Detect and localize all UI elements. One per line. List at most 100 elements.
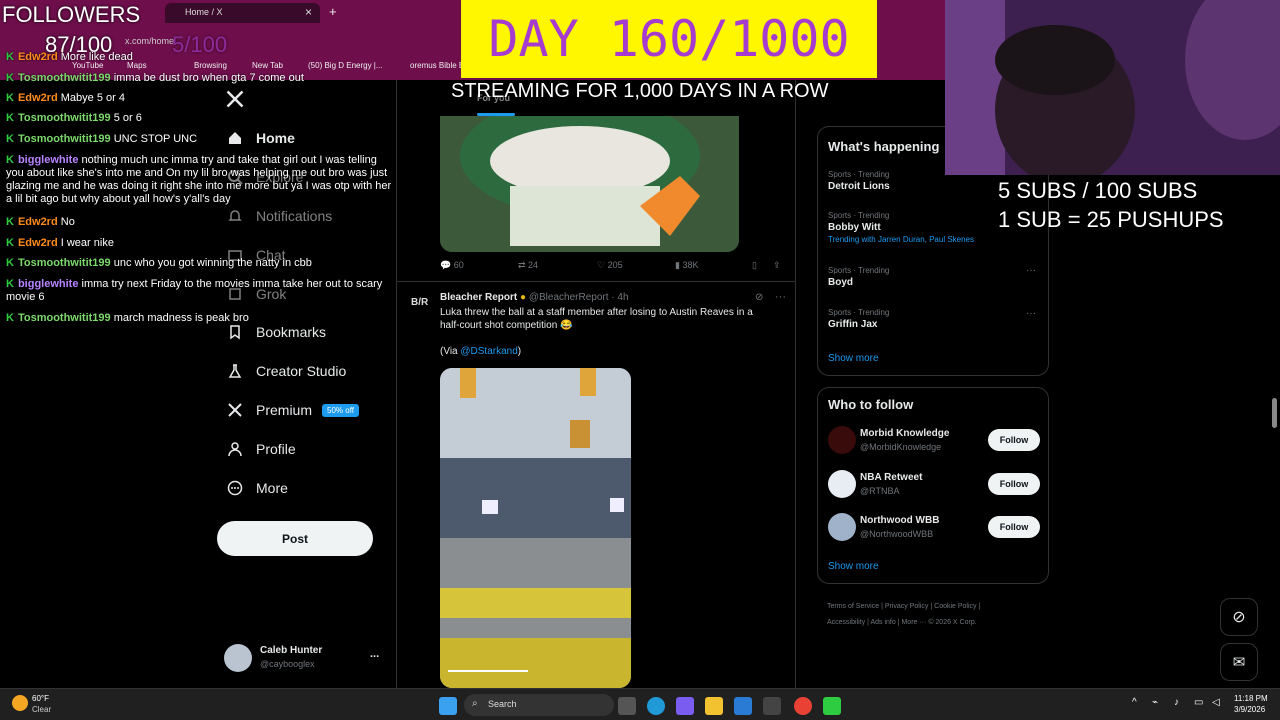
like-button[interactable]: ♡ 205	[597, 260, 623, 271]
follow-suggestion[interactable]: Morbid Knowledge @MorbidKnowledge Follow	[828, 424, 1040, 458]
post-time[interactable]: · 4h	[611, 292, 628, 303]
trend-context: Trending with Jarren Duran, Paul Skenes	[828, 235, 974, 244]
app-icon[interactable]	[763, 697, 781, 715]
task-view-icon[interactable]	[618, 697, 636, 715]
trend-more-icon[interactable]: ···	[1026, 265, 1036, 276]
display-icon[interactable]: ▭	[1194, 697, 1203, 708]
via-suffix: )	[517, 346, 522, 357]
follow-button[interactable]: Follow	[988, 473, 1040, 495]
whats-happening-title: What's happening	[828, 139, 940, 154]
chat-username: Edw2rd	[17, 237, 58, 249]
volume-icon[interactable]: ◁	[1212, 697, 1220, 708]
post-video[interactable]	[440, 368, 631, 688]
game-app-icon[interactable]	[823, 697, 841, 715]
scrollbar-thumb[interactable]	[1272, 398, 1277, 428]
chat-badge-icon: K	[6, 72, 14, 84]
follow-suggestion[interactable]: Northwood WBB @NorthwoodWBB Follow	[828, 511, 1040, 545]
post-author-name[interactable]: Bleacher Report	[440, 292, 517, 303]
post-text: Luka threw the ball at a staff member af…	[440, 307, 753, 331]
search-icon: ⌕	[472, 698, 478, 709]
post-author-logo[interactable]: B/R	[411, 297, 431, 308]
nav-creator-studio[interactable]: Creator Studio	[226, 359, 346, 383]
chat-username: Tosmoothwitit199	[17, 312, 111, 324]
windows-start-icon[interactable]	[439, 697, 457, 715]
chat-badge-icon: K	[6, 237, 14, 249]
account-switcher[interactable]: Caleb Hunter @caybooglex ...	[224, 640, 384, 674]
chat-text: 5 or 6	[113, 112, 142, 124]
home-feed: For you 💬 60 ⇄ 24 ♡ 205 ▮ 38K ▯ ⇪ B/R Bl…	[396, 80, 796, 688]
account-menu-icon[interactable]: ...	[370, 648, 379, 660]
trend-item[interactable]: Sports · Trending Boyd	[828, 266, 889, 288]
post-media-image[interactable]	[440, 116, 739, 252]
nav-profile[interactable]: Profile	[226, 437, 296, 461]
bookmark-item[interactable]: oremus Bible B	[410, 61, 464, 70]
copyright: © 2026 X Corp.	[928, 619, 977, 626]
chrome-icon[interactable]	[794, 697, 812, 715]
taskbar-search[interactable]: ⌕ Search	[464, 694, 614, 716]
avatar	[224, 644, 252, 672]
share-icon[interactable]: ⇪	[773, 260, 781, 271]
copilot-icon[interactable]	[676, 697, 694, 715]
chat-message: K Edw2rd I wear nike	[6, 237, 396, 250]
post-header: Bleacher Report ● @BleacherReport · 4h	[440, 292, 629, 303]
chat-badge-icon: K	[6, 216, 14, 228]
nav-premium[interactable]: Premium 50% off	[226, 398, 359, 422]
flask-icon	[226, 362, 244, 380]
trends-show-more-link[interactable]: Show more	[828, 353, 879, 364]
trend-item[interactable]: Sports · Trending Detroit Lions	[828, 170, 890, 192]
avatar	[828, 470, 856, 498]
grok-float-icon: ⊘	[1232, 609, 1246, 626]
mic-icon[interactable]: ♪	[1174, 697, 1179, 708]
footer-link[interactable]: Terms of Service	[827, 603, 879, 610]
nav-creator-studio-label: Creator Studio	[256, 363, 347, 379]
follow-suggestion[interactable]: NBA Retweet @RTNBA Follow	[828, 468, 1040, 502]
sidebar-footer: Terms of Service | Privacy Policy | Cook…	[827, 603, 981, 626]
via-prefix: (Via	[440, 346, 461, 357]
follow-button[interactable]: Follow	[988, 429, 1040, 451]
edge-icon[interactable]	[647, 697, 665, 715]
weather-widget[interactable]: 60°F Clear	[12, 693, 72, 717]
messages-float-button[interactable]: ✉	[1220, 643, 1258, 681]
repost-button[interactable]: ⇄ 24	[518, 260, 538, 271]
via-handle-link[interactable]: @DStarkand	[460, 346, 517, 357]
suggestion-handle: @MorbidKnowledge	[860, 442, 942, 452]
more-circle-icon	[226, 479, 244, 497]
footer-link[interactable]: More ···	[901, 619, 926, 626]
follow-show-more-link[interactable]: Show more	[828, 561, 879, 572]
post-author-handle[interactable]: @BleacherReport	[529, 292, 609, 303]
chat-badge-icon: K	[6, 278, 14, 290]
post-button[interactable]: Post	[217, 521, 373, 556]
account-name: Caleb Hunter	[260, 645, 323, 656]
network-icon[interactable]: ⌁	[1152, 697, 1158, 708]
clock-time[interactable]: 11:18 PM	[1234, 694, 1268, 703]
nav-more[interactable]: More	[226, 476, 288, 500]
subs-goal-text: 5 SUBS / 100 SUBS 1 SUB = 25 PUSHUPS	[998, 176, 1224, 234]
post-more-icon[interactable]: ···	[775, 291, 786, 303]
footer-link[interactable]: Ads info	[870, 619, 895, 626]
reply-button[interactable]: 💬 60	[440, 260, 464, 271]
grok-post-icon[interactable]: ⊘	[755, 292, 763, 303]
footer-link[interactable]: Privacy Policy	[885, 603, 929, 610]
store-icon[interactable]	[734, 697, 752, 715]
footer-link[interactable]: Accessibility	[827, 619, 865, 626]
chat-username: Tosmoothwitit199	[17, 72, 111, 84]
clock-date[interactable]: 3/9/2026	[1234, 705, 1265, 714]
follow-button[interactable]: Follow	[988, 516, 1040, 538]
webcam-feed	[945, 0, 1280, 185]
chat-message: Kbigglewhite nothing much unc imma try a…	[6, 154, 396, 206]
chat-text: No	[60, 216, 75, 228]
trend-item[interactable]: Sports · Trending Griffin Jax	[828, 308, 889, 330]
views-button[interactable]: ▮ 38K	[675, 260, 698, 271]
tray-chevron-icon[interactable]: ^	[1132, 697, 1137, 708]
footer-link[interactable]: Cookie Policy	[934, 603, 976, 610]
chat-username: bigglewhite	[17, 154, 79, 166]
file-explorer-icon[interactable]	[705, 697, 723, 715]
grok-float-button[interactable]: ⊘	[1220, 598, 1258, 636]
trend-more-icon[interactable]: ···	[1026, 308, 1036, 319]
bookmark-post-icon[interactable]: ▯	[752, 260, 757, 271]
chat-message: K Edw2rd Mabye 5 or 4	[6, 92, 396, 105]
trend-item[interactable]: Sports · Trending Bobby Witt Trending wi…	[828, 211, 974, 244]
chat-username: Edw2rd	[17, 92, 58, 104]
chat-badge-icon: K	[6, 92, 14, 104]
weather-desc: Clear	[32, 705, 52, 714]
